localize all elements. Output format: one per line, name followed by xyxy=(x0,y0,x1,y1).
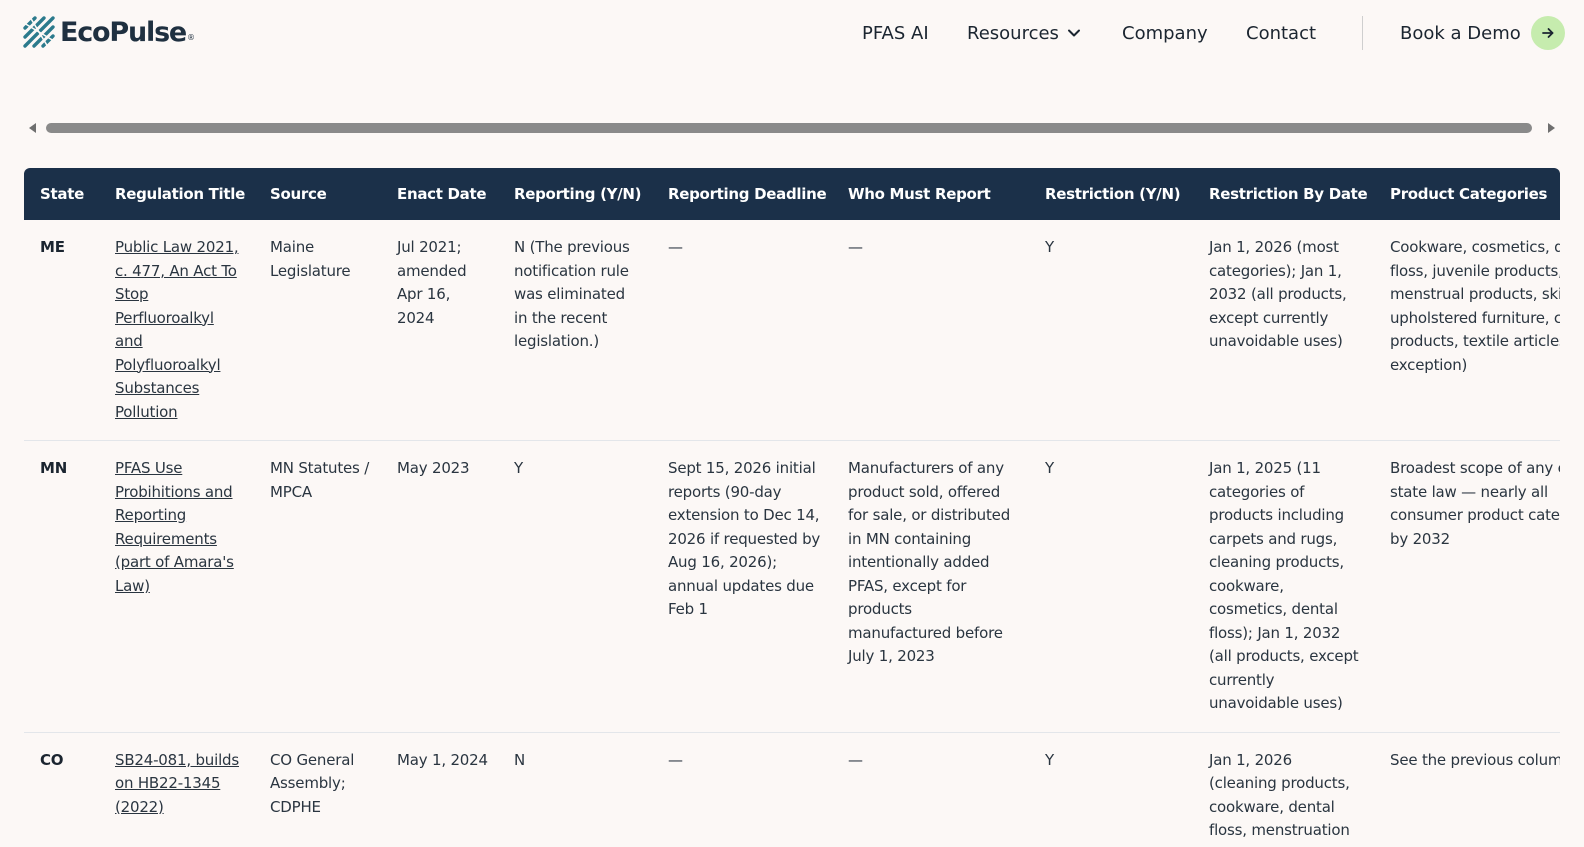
cell-restriction: Y xyxy=(1029,732,1193,847)
cell-reporting-deadline: Sept 15, 2026 initial reports (90-day ex… xyxy=(652,440,832,733)
cell-who-must-report: — xyxy=(832,732,1029,847)
cell-enact-date: May 1, 2024 xyxy=(381,732,498,847)
table-row: ME Public Law 2021, c. 477, An Act To St… xyxy=(24,220,1560,441)
cell-state: ME xyxy=(24,220,99,441)
triangle-left-icon[interactable] xyxy=(28,123,38,133)
cell-restriction-by-date: Jan 1, 2026 (most categories); Jan 1, 20… xyxy=(1193,220,1374,441)
site-header: EcoPulse ® PFAS AI Resources Company Con… xyxy=(0,0,1584,66)
regulations-table-container: State Regulation Title Source Enact Date… xyxy=(24,168,1560,847)
brand-name: EcoPulse xyxy=(60,16,187,48)
column-header-product-categories: Product Categories xyxy=(1390,185,1548,203)
nav-link-company-label: Company xyxy=(1122,22,1208,44)
regulation-title-link[interactable]: SB24-081, builds on HB22-1345 (2022) xyxy=(115,751,239,816)
column-header-regulation-title: Regulation Title xyxy=(115,185,245,203)
scrollbar-thumb[interactable] xyxy=(46,123,1532,133)
cell-who-must-report: Manufacturers of any product sold, offer… xyxy=(832,440,1029,733)
cell-reporting: N xyxy=(498,732,652,847)
table-row: CO SB24-081, builds on HB22-1345 (2022) … xyxy=(24,732,1560,847)
brand-logo[interactable]: EcoPulse ® xyxy=(22,14,195,50)
chevron-down-icon xyxy=(1067,29,1080,37)
cell-reporting-deadline: — xyxy=(652,220,832,441)
column-header-enact-date: Enact Date xyxy=(397,185,487,203)
book-demo-label: Book a Demo xyxy=(1400,22,1521,44)
cell-restriction-by-date: Jan 1, 2026 (cleaning products, cookware… xyxy=(1193,732,1374,847)
nav-link-pfas-ai-label: PFAS AI xyxy=(862,22,929,44)
cell-who-must-report: — xyxy=(832,220,1029,441)
cell-enact-date: May 2023 xyxy=(381,440,498,733)
cell-restriction-by-date: Jan 1, 2025 (11 categories of products i… xyxy=(1193,440,1374,733)
cell-restriction: Y xyxy=(1029,220,1193,441)
cell-source: CO General Assembly; CDPHE xyxy=(254,732,381,847)
regulation-title-link[interactable]: Public Law 2021, c. 477, An Act To Stop … xyxy=(115,238,239,421)
book-demo-button[interactable]: Book a Demo xyxy=(1400,14,1565,52)
cell-source: Maine Legislature xyxy=(254,220,381,441)
nav-link-pfas-ai[interactable]: PFAS AI xyxy=(862,18,929,48)
cell-regulation-title: SB24-081, builds on HB22-1345 (2022) xyxy=(99,732,254,847)
arrow-right-icon xyxy=(1541,28,1554,38)
table-row: MN PFAS Use Probihitions and Reporting R… xyxy=(24,440,1560,733)
table-header-row: State Regulation Title Source Enact Date… xyxy=(24,168,1560,220)
arrow-circle xyxy=(1530,16,1565,50)
column-header-restriction-by-date: Restriction By Date xyxy=(1209,185,1368,203)
column-header-restriction: Restriction (Y/N) xyxy=(1045,185,1181,203)
brand-registered-mark: ® xyxy=(187,33,196,42)
column-header-source: Source xyxy=(270,185,327,203)
nav-link-company[interactable]: Company xyxy=(1122,18,1208,48)
cell-source: MN Statutes / MPCA xyxy=(254,440,381,733)
column-header-who-must-report: Who Must Report xyxy=(848,185,991,203)
column-header-reporting-deadline: Reporting Deadline xyxy=(668,185,827,203)
cell-product-categories: See the previous column. xyxy=(1374,732,1560,847)
ecopulse-stripes-icon xyxy=(23,16,55,48)
cell-reporting-deadline: — xyxy=(652,732,832,847)
cell-regulation-title: PFAS Use Probihitions and Reporting Requ… xyxy=(99,440,254,733)
triangle-right-icon[interactable] xyxy=(1546,123,1556,133)
cell-product-categories: Broadest scope of any enacted state law … xyxy=(1374,440,1560,733)
nav-dropdown-resources-label: Resources xyxy=(967,22,1059,44)
regulation-title-link[interactable]: PFAS Use Probihitions and Reporting Requ… xyxy=(115,459,234,595)
column-header-state: State xyxy=(40,185,84,203)
regulations-table: State Regulation Title Source Enact Date… xyxy=(24,168,1560,847)
cell-regulation-title: Public Law 2021, c. 477, An Act To Stop … xyxy=(99,220,254,441)
table-horizontal-scrollbar[interactable] xyxy=(24,120,1560,136)
column-header-reporting: Reporting (Y/N) xyxy=(514,185,642,203)
cell-restriction: Y xyxy=(1029,440,1193,733)
cell-state: MN xyxy=(24,440,99,733)
nav-divider xyxy=(1362,16,1363,50)
cell-product-categories: Cookware, cosmetics, dental floss, juven… xyxy=(1374,220,1560,441)
cell-reporting: Y xyxy=(498,440,652,733)
cell-enact-date: Jul 2021; amended Apr 16, 2024 xyxy=(381,220,498,441)
nav-dropdown-resources[interactable]: Resources xyxy=(967,18,1081,48)
cell-state: CO xyxy=(24,732,99,847)
nav-link-contact-label: Contact xyxy=(1246,22,1317,44)
nav-link-contact[interactable]: Contact xyxy=(1246,18,1316,48)
cell-reporting: N (The previous notification rule was el… xyxy=(498,220,652,441)
